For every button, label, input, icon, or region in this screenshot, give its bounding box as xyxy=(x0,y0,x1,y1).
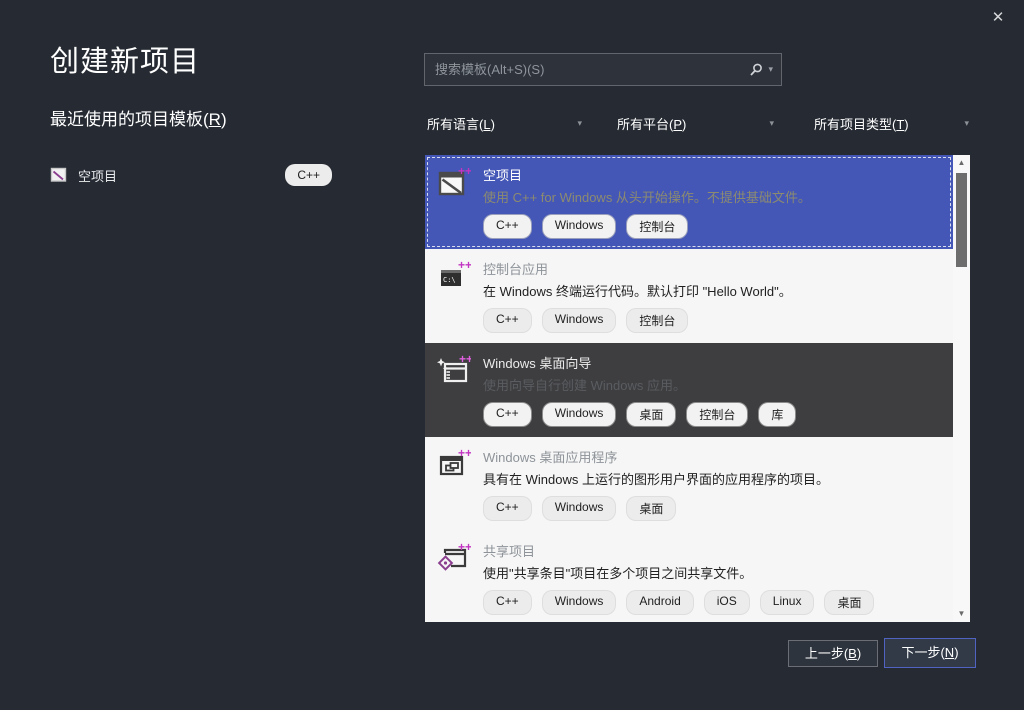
project-type-filter-dropdown[interactable]: 所有项目类型(T) ▾ xyxy=(814,114,969,133)
recent-template-title: 空项目 xyxy=(78,166,285,185)
template-badges: C++ Windows 桌面控制台库 xyxy=(483,402,943,427)
template-row[interactable]: 空项目 使用 C++ for Windows 从头开始操作。不提供基础文件。 C… xyxy=(425,155,953,249)
template-badge: 桌面 xyxy=(626,496,676,521)
desktop-app-icon xyxy=(437,447,471,481)
template-list-rows: 空项目 使用 C++ for Windows 从头开始操作。不提供基础文件。 C… xyxy=(425,155,953,622)
search-icon[interactable] xyxy=(748,62,764,78)
template-row[interactable]: Windows 桌面应用程序 具有在 Windows 上运行的图形用户界面的应用… xyxy=(425,437,953,531)
template-badge: C++ xyxy=(483,590,532,615)
search-template-box: ▾ xyxy=(424,53,782,86)
template-badge: 控制台 xyxy=(686,402,748,427)
scroll-down-icon[interactable]: ▼ xyxy=(953,606,970,622)
template-badge: Linux xyxy=(760,590,815,615)
chevron-down-icon: ▾ xyxy=(964,118,969,129)
template-title: Windows 桌面向导 xyxy=(483,353,943,372)
template-description: 具有在 Windows 上运行的图形用户界面的应用程序的项目。 xyxy=(483,471,943,488)
template-title: 空项目 xyxy=(483,165,943,184)
platform-filter-dropdown[interactable]: 所有平台(P) ▾ xyxy=(617,114,774,133)
template-badge: C++ xyxy=(483,496,532,521)
language-filter-label: 所有语言(L) xyxy=(427,114,495,133)
template-row[interactable]: Windows 桌面向导 使用向导自行创建 Windows 应用。 C++ Win… xyxy=(425,343,953,437)
project-type-filter-label: 所有项目类型(T) xyxy=(814,114,909,133)
template-description: 使用"共享条目"项目在多个项目之间共享文件。 xyxy=(483,565,943,582)
template-badge: C++ xyxy=(483,214,532,239)
template-badge: C++ xyxy=(483,308,532,333)
search-caret-icon[interactable]: ▾ xyxy=(768,64,773,75)
scrollbar[interactable]: ▲ ▼ xyxy=(953,155,970,622)
template-row[interactable]: 共享项目 使用"共享条目"项目在多个项目之间共享文件。 C++ Windows An… xyxy=(425,531,953,622)
template-badges: C++ Windows 控制台 xyxy=(483,214,943,239)
console-app-icon xyxy=(437,259,471,293)
template-badges: C++WindowsAndroidiOSLinux桌面控制台库UWP游戏移动 xyxy=(483,590,943,622)
recent-templates-label: 最近使用的项目模板(R) xyxy=(50,105,227,130)
recent-template-item[interactable]: 空项目 C++ xyxy=(50,160,332,190)
template-badge: 控制台 xyxy=(626,214,688,239)
back-button[interactable]: 上一步(B) xyxy=(788,640,878,667)
platform-filter-label: 所有平台(P) xyxy=(617,114,686,133)
template-badge: 库 xyxy=(758,402,796,427)
template-title: 控制台应用 xyxy=(483,259,943,278)
template-title: 共享项目 xyxy=(483,541,943,560)
search-input[interactable] xyxy=(435,62,742,77)
empty-project-icon xyxy=(50,166,68,184)
template-badge: 桌面 xyxy=(824,590,874,615)
template-badge: Windows xyxy=(542,308,617,333)
scrollbar-thumb[interactable] xyxy=(956,173,967,267)
scroll-up-icon[interactable]: ▲ xyxy=(953,155,970,171)
desktop-wizard-icon xyxy=(437,353,471,387)
template-badge: Windows xyxy=(542,402,617,427)
template-badge: 桌面 xyxy=(626,402,676,427)
template-title: Windows 桌面应用程序 xyxy=(483,447,943,466)
chevron-down-icon: ▾ xyxy=(577,118,582,129)
empty-project-icon xyxy=(437,165,471,199)
language-filter-dropdown[interactable]: 所有语言(L) ▾ xyxy=(427,114,582,133)
template-badge: Windows xyxy=(542,214,617,239)
template-badge: Android xyxy=(626,590,693,615)
template-badge: C++ xyxy=(483,402,532,427)
page-title: 创建新项目 xyxy=(50,38,200,80)
template-badge: Windows xyxy=(542,590,617,615)
create-new-project-dialog: ✕ 创建新项目 ▾ 最近使用的项目模板(R) 所有语言(L) ▾ 所有平台(P)… xyxy=(0,0,1024,710)
recent-template-badge: C++ xyxy=(285,164,332,186)
template-badges: C++ Windows 桌面 xyxy=(483,496,943,521)
template-badge: Windows xyxy=(542,496,617,521)
template-description: 使用 C++ for Windows 从头开始操作。不提供基础文件。 xyxy=(483,189,943,206)
template-description: 使用向导自行创建 Windows 应用。 xyxy=(483,377,943,394)
template-badge: iOS xyxy=(704,590,750,615)
close-icon[interactable]: ✕ xyxy=(984,6,1012,30)
template-badge: 控制台 xyxy=(626,308,688,333)
template-badges: C++ Windows 控制台 xyxy=(483,308,943,333)
template-list: 空项目 使用 C++ for Windows 从头开始操作。不提供基础文件。 C… xyxy=(425,155,970,622)
template-description: 在 Windows 终端运行代码。默认打印 "Hello World"。 xyxy=(483,283,943,300)
chevron-down-icon: ▾ xyxy=(769,118,774,129)
shared-project-icon xyxy=(437,541,471,575)
template-row[interactable]: 控制台应用 在 Windows 终端运行代码。默认打印 "Hello World… xyxy=(425,249,953,343)
next-button[interactable]: 下一步(N) xyxy=(884,638,976,668)
